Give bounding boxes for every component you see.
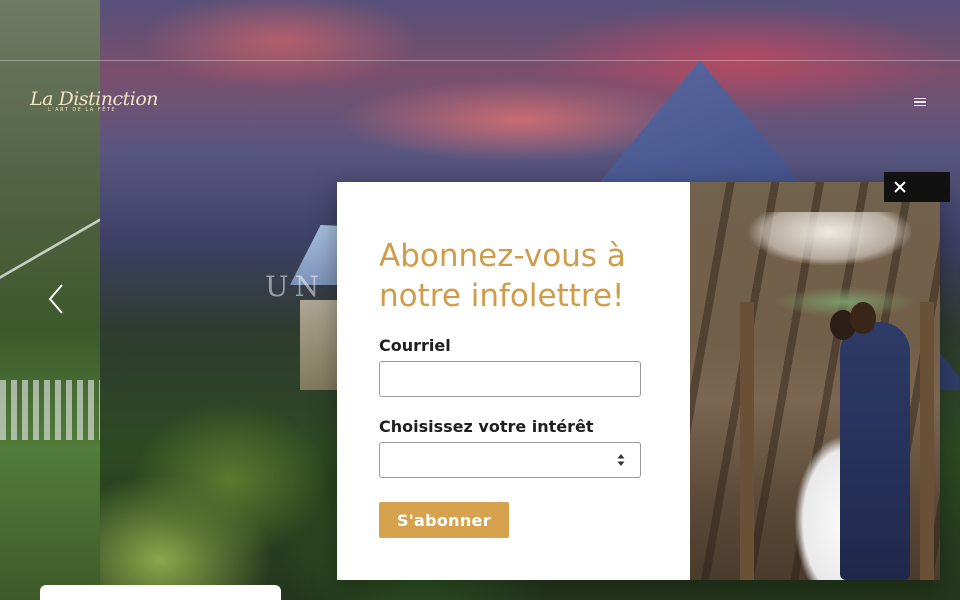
interest-select-wrapper — [379, 442, 641, 478]
site-logo[interactable]: La Distinction L'ART DE LA FÊTE — [30, 88, 159, 120]
close-popup-button[interactable] — [884, 172, 950, 202]
email-label: Courriel — [379, 336, 451, 355]
newsletter-popup: Abonnez-vous à notre infolettre! Courrie… — [337, 182, 940, 580]
hero-overlay-text: UN — [265, 270, 326, 303]
interest-select[interactable] — [379, 442, 641, 478]
wedding-photo — [690, 182, 940, 580]
popup-title: Abonnez-vous à notre infolettre! — [379, 238, 626, 314]
hamburger-menu-icon[interactable] — [914, 95, 930, 109]
bottom-card-tab — [40, 585, 281, 600]
header-divider — [0, 60, 960, 61]
subscribe-button[interactable]: S'abonner — [379, 502, 509, 538]
newsletter-form: Abonnez-vous à notre infolettre! Courrie… — [337, 182, 690, 580]
interest-label: Choisissez votre intérêt — [379, 417, 594, 436]
chevron-left-icon[interactable] — [46, 282, 68, 316]
email-field[interactable] — [379, 361, 641, 397]
close-icon — [894, 181, 906, 193]
